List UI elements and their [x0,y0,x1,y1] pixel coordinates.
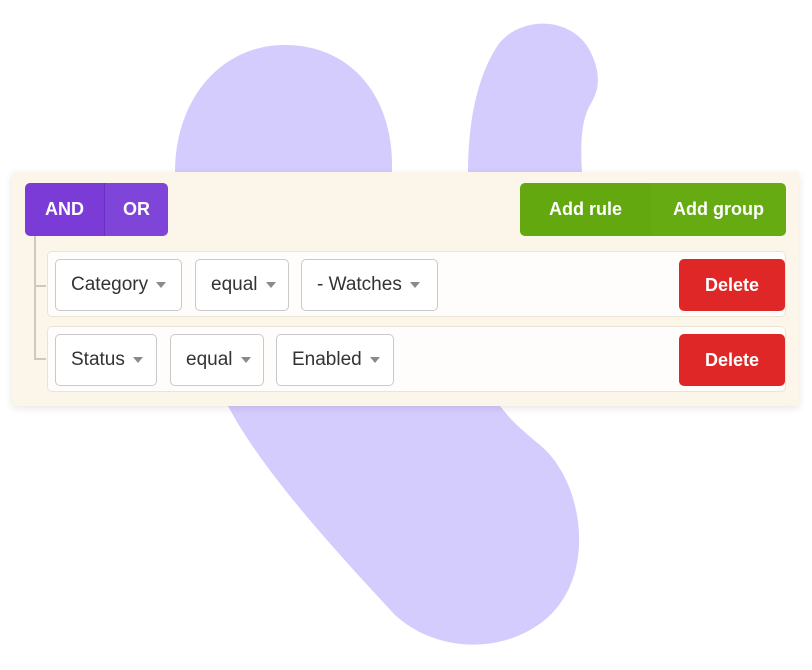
caret-down-icon [265,282,276,288]
delete-rule-button[interactable]: Delete [679,259,785,311]
delete-rule-button[interactable]: Delete [679,334,785,386]
add-group-button[interactable]: Add group [651,183,786,236]
tree-connector-branch [34,285,46,287]
and-button[interactable]: AND [25,183,104,236]
or-button[interactable]: OR [104,183,168,236]
value-select-value: Enabled [292,349,362,370]
query-builder-stage: AND OR Add rule Add group Category equal… [0,0,812,670]
field-select[interactable]: Status [55,334,157,386]
rule-row: Status equal Enabled Delete [47,326,786,392]
value-select[interactable]: Enabled [276,334,394,386]
operator-select[interactable]: equal [195,259,289,311]
value-select-value: - Watches [317,274,402,295]
tree-connector [34,236,36,359]
conjunction-toggle: AND OR [25,183,168,236]
field-select[interactable]: Category [55,259,182,311]
query-builder-panel: AND OR Add rule Add group Category equal… [12,172,799,406]
add-actions: Add rule Add group [520,183,786,236]
operator-select-value: equal [186,349,233,370]
caret-down-icon [369,357,380,363]
caret-down-icon [240,357,251,363]
value-select[interactable]: - Watches [301,259,438,311]
caret-down-icon [156,282,167,288]
add-rule-button[interactable]: Add rule [520,183,651,236]
tree-connector-branch [34,358,46,360]
caret-down-icon [409,282,420,288]
field-select-value: Status [71,349,125,370]
operator-select[interactable]: equal [170,334,264,386]
field-select-value: Category [71,274,149,295]
rule-row: Category equal - Watches Delete [47,251,786,317]
operator-select-value: equal [211,274,258,295]
caret-down-icon [132,357,143,363]
